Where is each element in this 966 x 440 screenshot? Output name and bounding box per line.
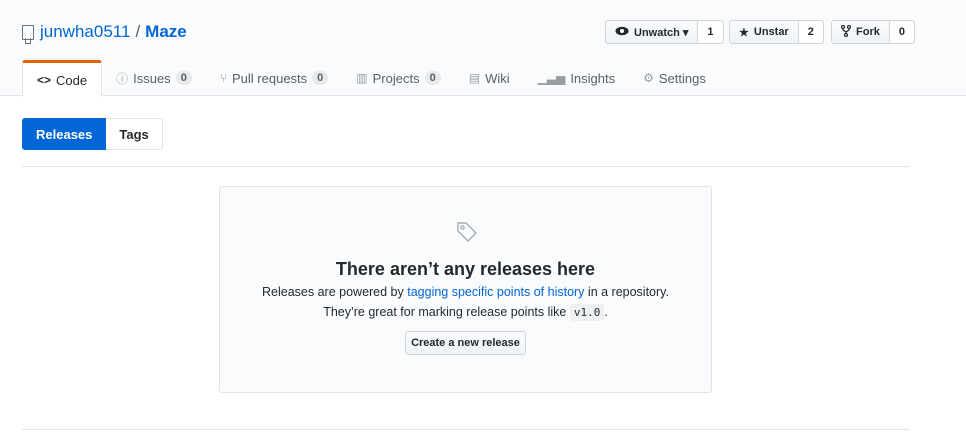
fork-group: Fork 0 <box>831 20 915 44</box>
watch-group: Unwatch ▾ 1 <box>605 20 724 44</box>
path-separator: / <box>135 22 141 41</box>
tab-label: Pull requests <box>232 70 308 86</box>
releases-tab[interactable]: Releases <box>22 118 107 150</box>
insights-icon: ▁▃▅ <box>537 71 566 85</box>
issue-icon: ⓘ <box>116 71 129 86</box>
tagging-history-link[interactable]: tagging specific points of history <box>407 285 584 299</box>
issues-counter: 0 <box>175 71 192 85</box>
tags-tab[interactable]: Tags <box>106 118 163 150</box>
fork-button[interactable]: Fork <box>831 20 890 44</box>
tab-issues[interactable]: ⓘ Issues 0 <box>102 60 206 96</box>
forks-count[interactable]: 0 <box>889 20 915 44</box>
version-code: v1.0 <box>569 304 605 321</box>
tab-label: Wiki <box>485 70 510 86</box>
line1-suffix: in a repository. <box>584 285 669 299</box>
tab-label: Code <box>56 72 88 88</box>
star-group: ★ Unstar 2 <box>729 20 824 44</box>
release-subnav: Releases Tags <box>22 118 163 150</box>
repo-nav: <> Code ⓘ Issues 0 ⑂ Pull requests 0 ▥ P… <box>22 60 720 97</box>
pull-requests-counter: 0 <box>312 71 329 85</box>
line2-prefix: They’re great for marking release points… <box>323 305 570 319</box>
tab-code[interactable]: <> Code <box>22 60 103 97</box>
tab-pull-requests[interactable]: ⑂ Pull requests 0 <box>206 60 342 96</box>
tab-projects[interactable]: ▥ Projects 0 <box>342 60 454 96</box>
unstar-label: Unstar <box>753 26 789 38</box>
blankslate-line-1: Releases are powered by tagging specific… <box>220 285 711 299</box>
fork-label: Fork <box>856 26 880 38</box>
tab-label: Issues <box>133 70 171 86</box>
line2-suffix: . <box>604 305 608 319</box>
repo-header: junwha0511 / Maze Unwatch ▾ 1 ★ Unstar 2… <box>0 0 966 97</box>
wiki-icon: ▤ <box>468 71 481 85</box>
blankslate-heading: There aren’t any releases here <box>335 259 596 279</box>
unwatch-label: Unwatch ▾ <box>634 26 689 39</box>
fork-icon <box>840 24 852 40</box>
tab-label: Settings <box>658 70 706 86</box>
footer-divider <box>22 429 910 430</box>
repo-owner-link[interactable]: junwha0511 <box>40 22 130 42</box>
watchers-count[interactable]: 1 <box>698 20 724 44</box>
unwatch-button[interactable]: Unwatch ▾ <box>605 20 699 44</box>
repo-icon <box>22 24 34 44</box>
projects-counter: 0 <box>424 71 441 85</box>
line1-prefix: Releases are powered by <box>262 285 408 299</box>
create-release-button[interactable]: Create a new release <box>405 331 526 355</box>
eye-icon <box>615 26 629 39</box>
tab-insights[interactable]: ▁▃▅ Insights <box>524 60 630 96</box>
blankslate: There aren’t any releases here Releases … <box>219 186 712 393</box>
tab-wiki[interactable]: ▤ Wiki <box>455 60 524 96</box>
repo-name-link[interactable]: Maze <box>145 22 187 42</box>
divider <box>22 166 910 167</box>
pull-request-icon: ⑂ <box>219 71 228 85</box>
unstar-button[interactable]: ★ Unstar <box>729 20 799 44</box>
tab-label: Insights <box>570 70 616 86</box>
project-icon: ▥ <box>356 71 368 85</box>
blankslate-line-2: They’re great for marking release points… <box>220 304 711 321</box>
tab-settings[interactable]: ⚙ Settings <box>629 60 720 96</box>
tab-label: Projects <box>372 70 420 86</box>
code-icon: <> <box>37 73 52 87</box>
stargazers-count[interactable]: 2 <box>798 20 824 44</box>
star-icon: ★ <box>739 26 749 39</box>
repo-title: junwha0511 / Maze <box>22 22 187 44</box>
gear-icon: ⚙ <box>643 71 654 85</box>
tag-icon <box>457 222 477 242</box>
